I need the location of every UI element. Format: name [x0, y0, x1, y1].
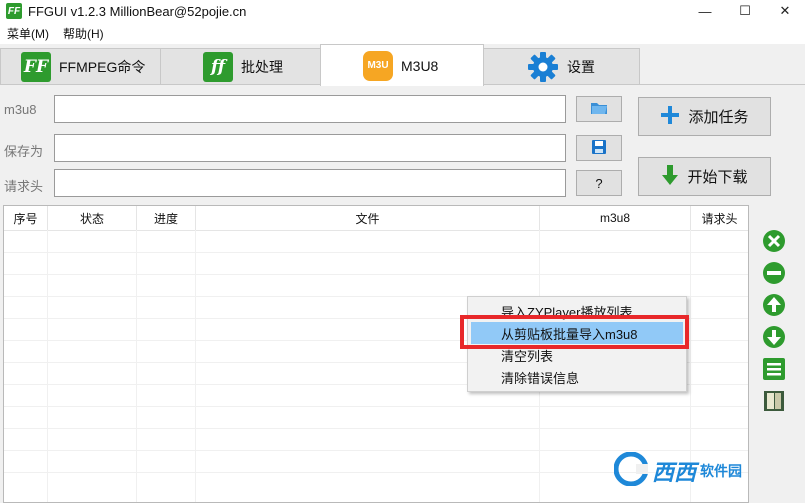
watermark-logo-icon	[613, 451, 650, 489]
gear-icon	[527, 51, 559, 83]
watermark-text: 西西	[652, 459, 697, 485]
start-download-button[interactable]: 开始下载	[638, 157, 771, 196]
grid-line	[4, 428, 748, 429]
grid-line	[47, 230, 48, 502]
minus-icon[interactable]	[762, 261, 786, 285]
save-file-button[interactable]	[576, 135, 622, 161]
add-task-button[interactable]: 添加任务	[638, 97, 771, 136]
tab-label: FFMPEG命令	[59, 58, 146, 75]
grid-line	[4, 406, 748, 407]
app-window: FF FFGUI v1.2.3 MillionBear@52pojie.cn —…	[0, 0, 805, 503]
window-controls: — ☐ ✕	[685, 0, 805, 22]
open-file-button[interactable]	[576, 96, 622, 122]
save-input[interactable]	[54, 134, 566, 162]
column-header-request-header[interactable]: 请求头	[691, 206, 748, 230]
maximize-button[interactable]: ☐	[725, 0, 765, 22]
menu-bar: 菜单(M) 帮助(H)	[0, 22, 805, 44]
tab-bar: FF FFMPEG命令 ff 批处理 M3U M3U8 设置	[0, 44, 805, 86]
tab-m3u8[interactable]: M3U M3U8	[320, 44, 484, 86]
header-label: 请求头	[4, 179, 44, 194]
watermark: 西西 软件园	[613, 451, 743, 489]
folder-icon	[590, 100, 608, 119]
add-task-label: 添加任务	[688, 109, 749, 126]
title-bar: FF FFGUI v1.2.3 MillionBear@52pojie.cn —…	[0, 0, 805, 22]
grid-line	[4, 450, 748, 451]
watermark-subtext: 软件园	[700, 462, 743, 479]
tab-settings[interactable]: 设置	[482, 48, 640, 84]
tab-label: 批处理	[241, 58, 283, 75]
m3u8-label: m3u8	[4, 102, 37, 117]
m3u-logo-icon: M3U	[363, 50, 393, 81]
move-down-icon[interactable]	[762, 325, 786, 349]
tab-label: M3U8	[401, 57, 439, 74]
table-header: 序号 状态 进度 文件 m3u8 请求头	[4, 206, 748, 231]
batch-logo-icon: ff	[203, 51, 233, 82]
plus-icon	[660, 105, 680, 129]
grid-line	[4, 274, 748, 275]
side-toolbar	[762, 229, 788, 421]
help-button[interactable]: ?	[576, 170, 622, 196]
download-arrow-icon	[661, 164, 679, 190]
tab-ffmpeg[interactable]: FF FFMPEG命令	[0, 48, 162, 84]
close-button[interactable]: ✕	[765, 0, 805, 22]
list-icon[interactable]	[762, 357, 786, 381]
column-header-m3u8[interactable]: m3u8	[540, 206, 691, 230]
window-title: FFGUI v1.2.3 MillionBear@52pojie.cn	[28, 3, 247, 19]
grid-line	[136, 230, 137, 502]
menu-item-help[interactable]: 帮助(H)	[56, 25, 111, 42]
annotation-highlight-box	[460, 315, 689, 349]
start-download-label: 开始下载	[687, 169, 748, 186]
tab-label: 设置	[567, 58, 595, 75]
ffmpeg-logo-icon: FF	[21, 51, 51, 82]
move-up-icon[interactable]	[762, 293, 786, 317]
grid-line	[4, 252, 748, 253]
m3u8-input[interactable]	[54, 95, 566, 123]
minimize-button[interactable]: —	[685, 0, 725, 22]
context-item-clear-errors[interactable]: 清除错误信息	[471, 366, 683, 388]
column-header-status[interactable]: 状态	[48, 206, 137, 230]
column-header-progress[interactable]: 进度	[137, 206, 196, 230]
menu-item-menu[interactable]: 菜单(M)	[0, 25, 56, 42]
save-label: 保存为	[4, 144, 44, 159]
save-disk-icon	[591, 139, 607, 158]
remove-selected-icon[interactable]	[762, 229, 786, 253]
book-icon[interactable]	[762, 389, 786, 413]
column-header-index[interactable]: 序号	[4, 206, 48, 230]
grid-line	[195, 230, 196, 502]
header-input[interactable]	[54, 169, 566, 197]
tab-batch[interactable]: ff 批处理	[160, 48, 322, 84]
app-icon: FF	[6, 3, 22, 19]
column-header-file[interactable]: 文件	[196, 206, 540, 230]
